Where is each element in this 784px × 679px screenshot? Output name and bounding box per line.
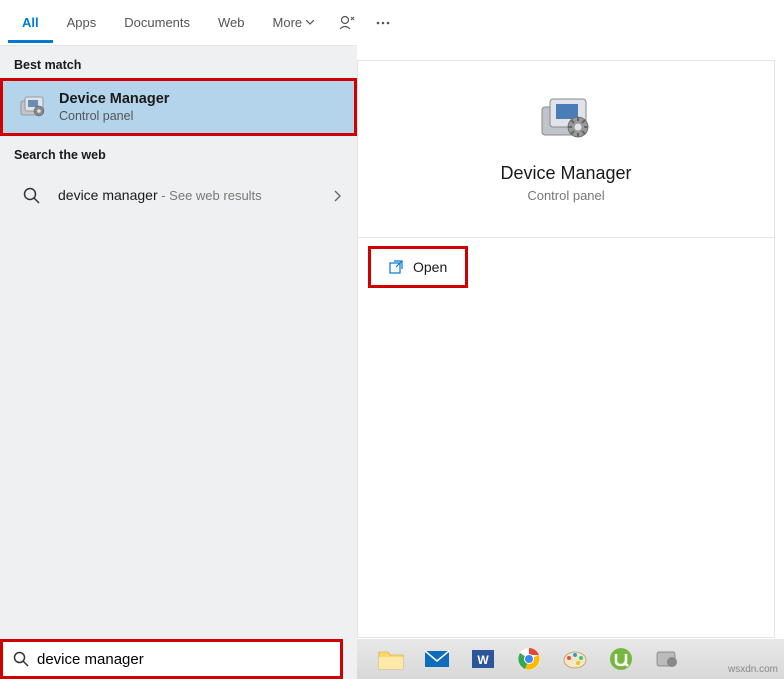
open-label: Open xyxy=(413,259,447,275)
chevron-right-icon xyxy=(334,190,341,202)
taskbar-word[interactable]: W xyxy=(469,645,497,673)
section-search-web: Search the web xyxy=(0,136,357,168)
web-hint: - See web results xyxy=(158,188,262,203)
search-icon xyxy=(16,180,48,212)
open-icon xyxy=(389,260,403,274)
tab-apps[interactable]: Apps xyxy=(53,3,111,43)
tab-more[interactable]: More xyxy=(259,3,329,43)
result-device-manager[interactable]: Device Manager Control panel xyxy=(0,78,357,136)
device-manager-icon xyxy=(17,91,49,123)
tab-all[interactable]: All xyxy=(8,3,53,43)
watermark: wsxdn.com xyxy=(728,664,778,675)
tab-documents[interactable]: Documents xyxy=(110,3,204,43)
svg-text:W: W xyxy=(477,653,489,667)
detail-title: Device Manager xyxy=(358,163,774,184)
device-manager-large-icon xyxy=(536,89,596,149)
divider xyxy=(358,237,774,238)
taskbar-mail[interactable] xyxy=(423,645,451,673)
taskbar-app[interactable] xyxy=(653,645,681,673)
search-icon xyxy=(13,651,29,667)
result-title: Device Manager xyxy=(59,91,340,107)
section-best-match: Best match xyxy=(0,46,357,78)
taskbar-paint[interactable] xyxy=(561,645,589,673)
chevron-down-icon xyxy=(306,20,314,25)
tab-web[interactable]: Web xyxy=(204,3,259,43)
taskbar: W xyxy=(357,639,784,679)
result-subtitle: Control panel xyxy=(59,109,340,123)
search-results-panel: All Apps Documents Web More Best match xyxy=(0,0,357,679)
taskbar-file-explorer[interactable] xyxy=(377,645,405,673)
detail-panel: Device Manager Control panel Open xyxy=(357,60,775,638)
search-input[interactable] xyxy=(37,651,330,668)
taskbar-utorrent[interactable] xyxy=(607,645,635,673)
feedback-icon[interactable] xyxy=(328,6,366,40)
search-bar[interactable] xyxy=(0,639,343,679)
more-options-icon[interactable] xyxy=(366,13,400,33)
taskbar-chrome[interactable] xyxy=(515,645,543,673)
search-tabs: All Apps Documents Web More xyxy=(0,0,357,46)
open-action[interactable]: Open xyxy=(368,246,468,288)
web-query: device manager xyxy=(58,187,158,203)
detail-subtitle: Control panel xyxy=(358,188,774,203)
web-result-device-manager[interactable]: device manager - See web results xyxy=(0,168,357,224)
